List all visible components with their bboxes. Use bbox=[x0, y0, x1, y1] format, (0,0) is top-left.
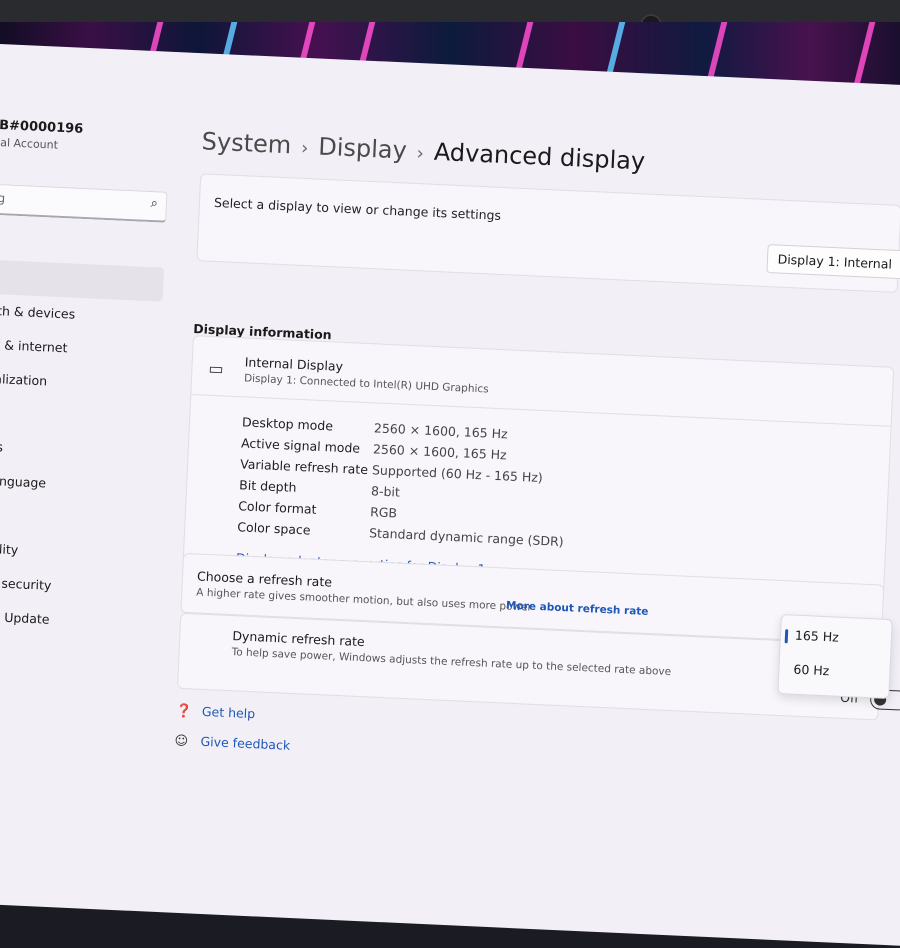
give-feedback-link[interactable]: Give feedback bbox=[200, 734, 290, 753]
more-about-refresh-rate-link[interactable]: More about refresh rate bbox=[506, 600, 649, 618]
refresh-rate-dropdown: 165 Hz 60 Hz bbox=[777, 614, 893, 700]
settings-window: NB#0000196 ocal Account ng ⌕ e m ooth & … bbox=[0, 44, 900, 948]
display-name: Internal Display bbox=[244, 354, 344, 374]
spec-label: Bit depth bbox=[238, 477, 297, 495]
laptop-icon: ▭ bbox=[208, 358, 225, 379]
help-icon: ❓ bbox=[175, 703, 193, 720]
get-help-link[interactable]: Get help bbox=[202, 704, 256, 721]
search-icon: ⌕ bbox=[150, 196, 159, 212]
refresh-option-60hz[interactable]: 60 Hz bbox=[793, 662, 829, 679]
dynamic-refresh-description: To help save power, Windows adjusts the … bbox=[231, 646, 672, 679]
feedback-icon: ☺ bbox=[174, 733, 189, 750]
breadcrumb-system[interactable]: System bbox=[201, 127, 292, 159]
spec-value: 2560 × 1600, 165 Hz bbox=[373, 420, 508, 442]
account-id: NB#0000196 bbox=[0, 117, 84, 137]
page-title: Advanced display bbox=[433, 137, 646, 176]
breadcrumb-display[interactable]: Display bbox=[318, 133, 408, 165]
chevron-right-icon: › bbox=[300, 137, 309, 160]
search-input[interactable]: ng ⌕ bbox=[0, 183, 168, 223]
display-specs: Desktop mode 2560 × 1600, 165 Hz Active s… bbox=[237, 414, 762, 563]
refresh-option-165hz[interactable]: 165 Hz bbox=[795, 628, 839, 645]
sidebar-item-windows-update[interactable]: dows Update bbox=[0, 599, 149, 641]
breadcrumb: System › Display › Advanced display bbox=[201, 127, 646, 175]
display-select-dropdown[interactable]: Display 1: Internal bbox=[766, 244, 900, 280]
sidebar-item-time-language[interactable]: & language bbox=[0, 463, 155, 505]
spec-label: Color space bbox=[237, 519, 311, 538]
spec-value: 8-bit bbox=[370, 483, 401, 500]
spec-label: Color format bbox=[237, 498, 317, 517]
give-feedback-row[interactable]: ☺ Give feedback bbox=[174, 733, 290, 754]
refresh-rate-description: A higher rate gives smoother motion, but… bbox=[196, 586, 533, 614]
display-select-card: Select a display to view or change its s… bbox=[196, 173, 900, 293]
get-help-row[interactable]: ❓ Get help bbox=[176, 703, 256, 723]
spec-value: RGB bbox=[369, 504, 398, 521]
display-select-prompt: Select a display to view or change its s… bbox=[213, 194, 502, 223]
sidebar-nav: e m ooth & devices ork & internet onaliz… bbox=[0, 225, 166, 641]
selected-indicator bbox=[784, 629, 789, 644]
account-type: ocal Account bbox=[0, 135, 59, 152]
sidebar-item-personalization[interactable]: onalization bbox=[0, 361, 159, 403]
spec-label: Desktop mode bbox=[241, 414, 334, 434]
display-connection: Display 1: Connected to Intel(R) UHD Gra… bbox=[243, 372, 489, 396]
dynamic-refresh-title: Dynamic refresh rate bbox=[232, 628, 366, 650]
search-placeholder: ng bbox=[0, 190, 6, 206]
chevron-right-icon: › bbox=[416, 143, 425, 165]
